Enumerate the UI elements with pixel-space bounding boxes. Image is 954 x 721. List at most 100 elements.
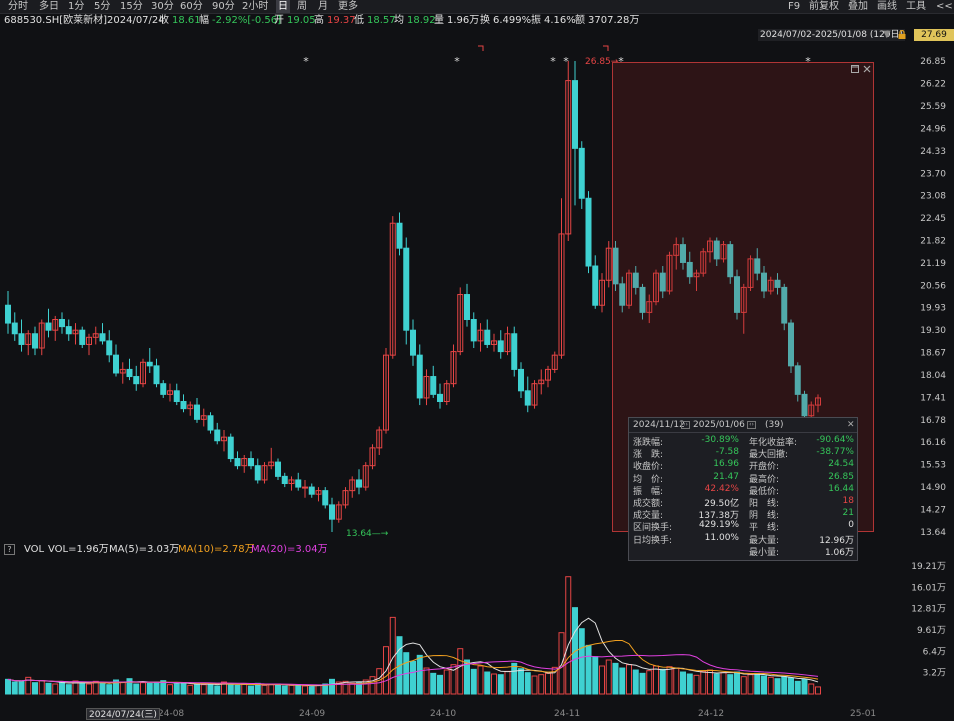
period-tab-12[interactable]: 更多 [336,0,360,13]
volume-bar [423,667,430,695]
volume-bar [727,674,734,695]
volume-bar [234,684,241,695]
candle-body [356,479,362,488]
ma10-value: MA(10)=2.78万 [178,544,255,555]
candle-body [572,80,578,149]
stat-value: 21.47 [713,471,739,482]
amount-value: 3707.28万 [588,15,640,26]
volume-bar [740,676,747,695]
price-tick-label: 26.85 [920,57,946,67]
volume-bar [599,665,605,695]
volume-bar [491,673,497,695]
volume-bar [349,682,356,695]
price-tick-label: 14.27 [920,506,946,516]
candle-body [234,458,241,467]
period-tab-8[interactable]: 2小时 [240,0,270,13]
period-tab-0[interactable]: 分时 [6,0,30,13]
price-tick-label: 13.64 [920,528,946,538]
date-tick-label: 24-10 [430,709,457,719]
toolbar-right-item-5[interactable]: << [936,0,953,13]
help-icon[interactable]: ? [4,544,15,555]
indicator-name[interactable]: VOL [24,543,44,557]
volume-bar [187,684,194,695]
price-tick-label: 21.19 [920,259,946,269]
volume-bar [38,680,45,695]
volume-chart[interactable]: 19.21万 16.01万 12.81万 9.61万 6.4万 3.2万 [0,558,954,708]
stat-label: 涨跌幅: [633,438,664,448]
volume-bar [788,677,794,695]
volume-bar [619,667,626,695]
price-tick-label: 20.56 [920,281,946,291]
toolbar-right-item-1[interactable]: 前复权 [809,0,839,13]
volume-bar [167,684,173,695]
candle-body [295,479,302,488]
stat-label: 开盘价: [749,462,780,473]
price-tick-label: 25.59 [920,102,946,112]
period-tab-6[interactable]: 60分 [178,0,205,13]
volume-bar [713,673,720,695]
volume-bar [632,669,639,695]
volume-bar [194,683,200,695]
volume-bar [592,656,599,695]
range-step-icon[interactable]: ‹› [681,421,690,429]
price-tick-label: 24.33 [920,147,946,157]
quote-info-bar: 688530.SH[欧莱新材] 2024/07/24 收 18.61 幅 -2.… [0,13,954,29]
period-tab-4[interactable]: 15分 [118,0,145,13]
stat-label: 最大回撤: [749,450,789,461]
volume-bar [241,683,248,695]
close-icon[interactable] [863,65,871,73]
maximize-icon[interactable] [851,65,859,73]
period-tab-3[interactable]: 5分 [92,0,112,13]
volume-bar [666,666,673,695]
volume-bar [801,678,808,695]
period-tab-11[interactable]: 月 [316,0,330,13]
candle-body [11,322,18,335]
range-step-icon[interactable]: ‹› [747,421,756,429]
period-tab-7[interactable]: 90分 [210,0,237,13]
lock-icon[interactable] [898,30,906,39]
volume-bar [545,672,551,695]
volume-bar [214,685,221,695]
candle-body [45,322,52,331]
price-tick-label: 23.70 [920,169,946,179]
stat-value: -30.89% [701,435,739,445]
stat-label: 收盘价: [633,462,664,473]
candle-body [430,376,437,395]
stat-label: 最小量: [749,547,780,558]
volume-legend: ? VOL VOL=1.96万 MA(5)=3.03万 MA(10)=2.78万… [0,543,600,557]
volume-bar [754,672,761,695]
period-tab-10[interactable]: 周 [295,0,309,13]
stat-label: 年化收益率: [749,438,798,448]
toolbar-right-item-4[interactable]: 工具 [906,0,926,13]
candle-body [470,318,477,342]
candle-body [416,354,423,399]
high-value: 19.37 [327,15,356,26]
price-tick-label: 14.90 [920,483,946,493]
date-tick-label: 24-09 [299,709,326,719]
toolbar-right-item-0[interactable]: F9 [788,0,800,13]
candle-body [133,376,140,385]
volume-bar [119,681,126,695]
period-tab-1[interactable]: 多日 [37,0,61,13]
candle-body [322,490,329,506]
period-tab-9[interactable]: 日 [276,0,290,13]
open-value: 19.05 [287,15,316,26]
period-tab-5[interactable]: 30分 [149,0,176,13]
volume-bar [578,628,585,695]
volume-bar [302,685,308,695]
candle-body [79,329,86,345]
volume-bar [200,684,207,695]
price-tick-label: 21.82 [920,236,946,246]
volume-bar [437,674,443,695]
toolbar-right-item-3[interactable]: 画线 [877,0,897,13]
stat-value: 26.85 [828,471,854,482]
candle-body [160,383,167,395]
candle-body [32,333,38,349]
period-tab-2[interactable]: 1分 [66,0,86,13]
volume-bar [308,686,315,695]
stock-code: 688530.SH[欧莱新材] [4,15,108,26]
volume-bar [376,668,383,695]
volume-bar [585,644,592,695]
close-icon[interactable]: ✕ [847,418,855,432]
toolbar-right-item-2[interactable]: 叠加 [848,0,868,13]
